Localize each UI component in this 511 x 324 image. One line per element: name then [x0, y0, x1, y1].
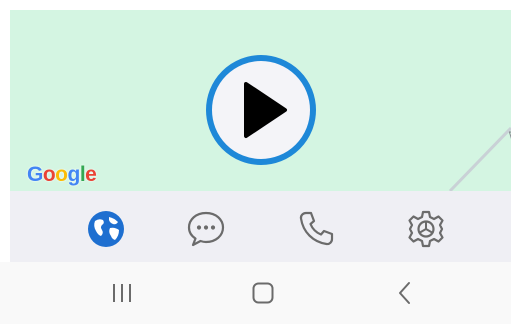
logo-letter: o [55, 163, 68, 186]
logo-letter: G [27, 163, 43, 186]
logo-letter: o [42, 163, 56, 186]
back-button[interactable] [385, 276, 425, 310]
gear-icon [408, 210, 444, 248]
nav-item-globe[interactable] [84, 207, 128, 251]
nav-item-settings[interactable] [404, 207, 448, 251]
bottom-nav-bar [10, 191, 511, 262]
system-nav-bar [0, 262, 511, 324]
chat-bubble-icon [187, 211, 225, 247]
phone-icon [299, 211, 334, 246]
play-button[interactable] [205, 54, 317, 166]
logo-letter: e [85, 163, 97, 186]
logo-letter: g [67, 163, 81, 186]
nav-item-phone[interactable] [294, 207, 338, 251]
recent-apps-button[interactable] [102, 276, 142, 310]
play-icon [206, 55, 316, 165]
google-logo: Google [27, 163, 97, 187]
globe-icon [88, 211, 124, 247]
nav-item-chat[interactable] [184, 207, 228, 251]
recent-apps-icon [113, 284, 131, 302]
home-button[interactable] [243, 276, 283, 310]
home-icon [252, 282, 274, 304]
back-icon [399, 282, 410, 304]
top-strip [0, 0, 511, 10]
